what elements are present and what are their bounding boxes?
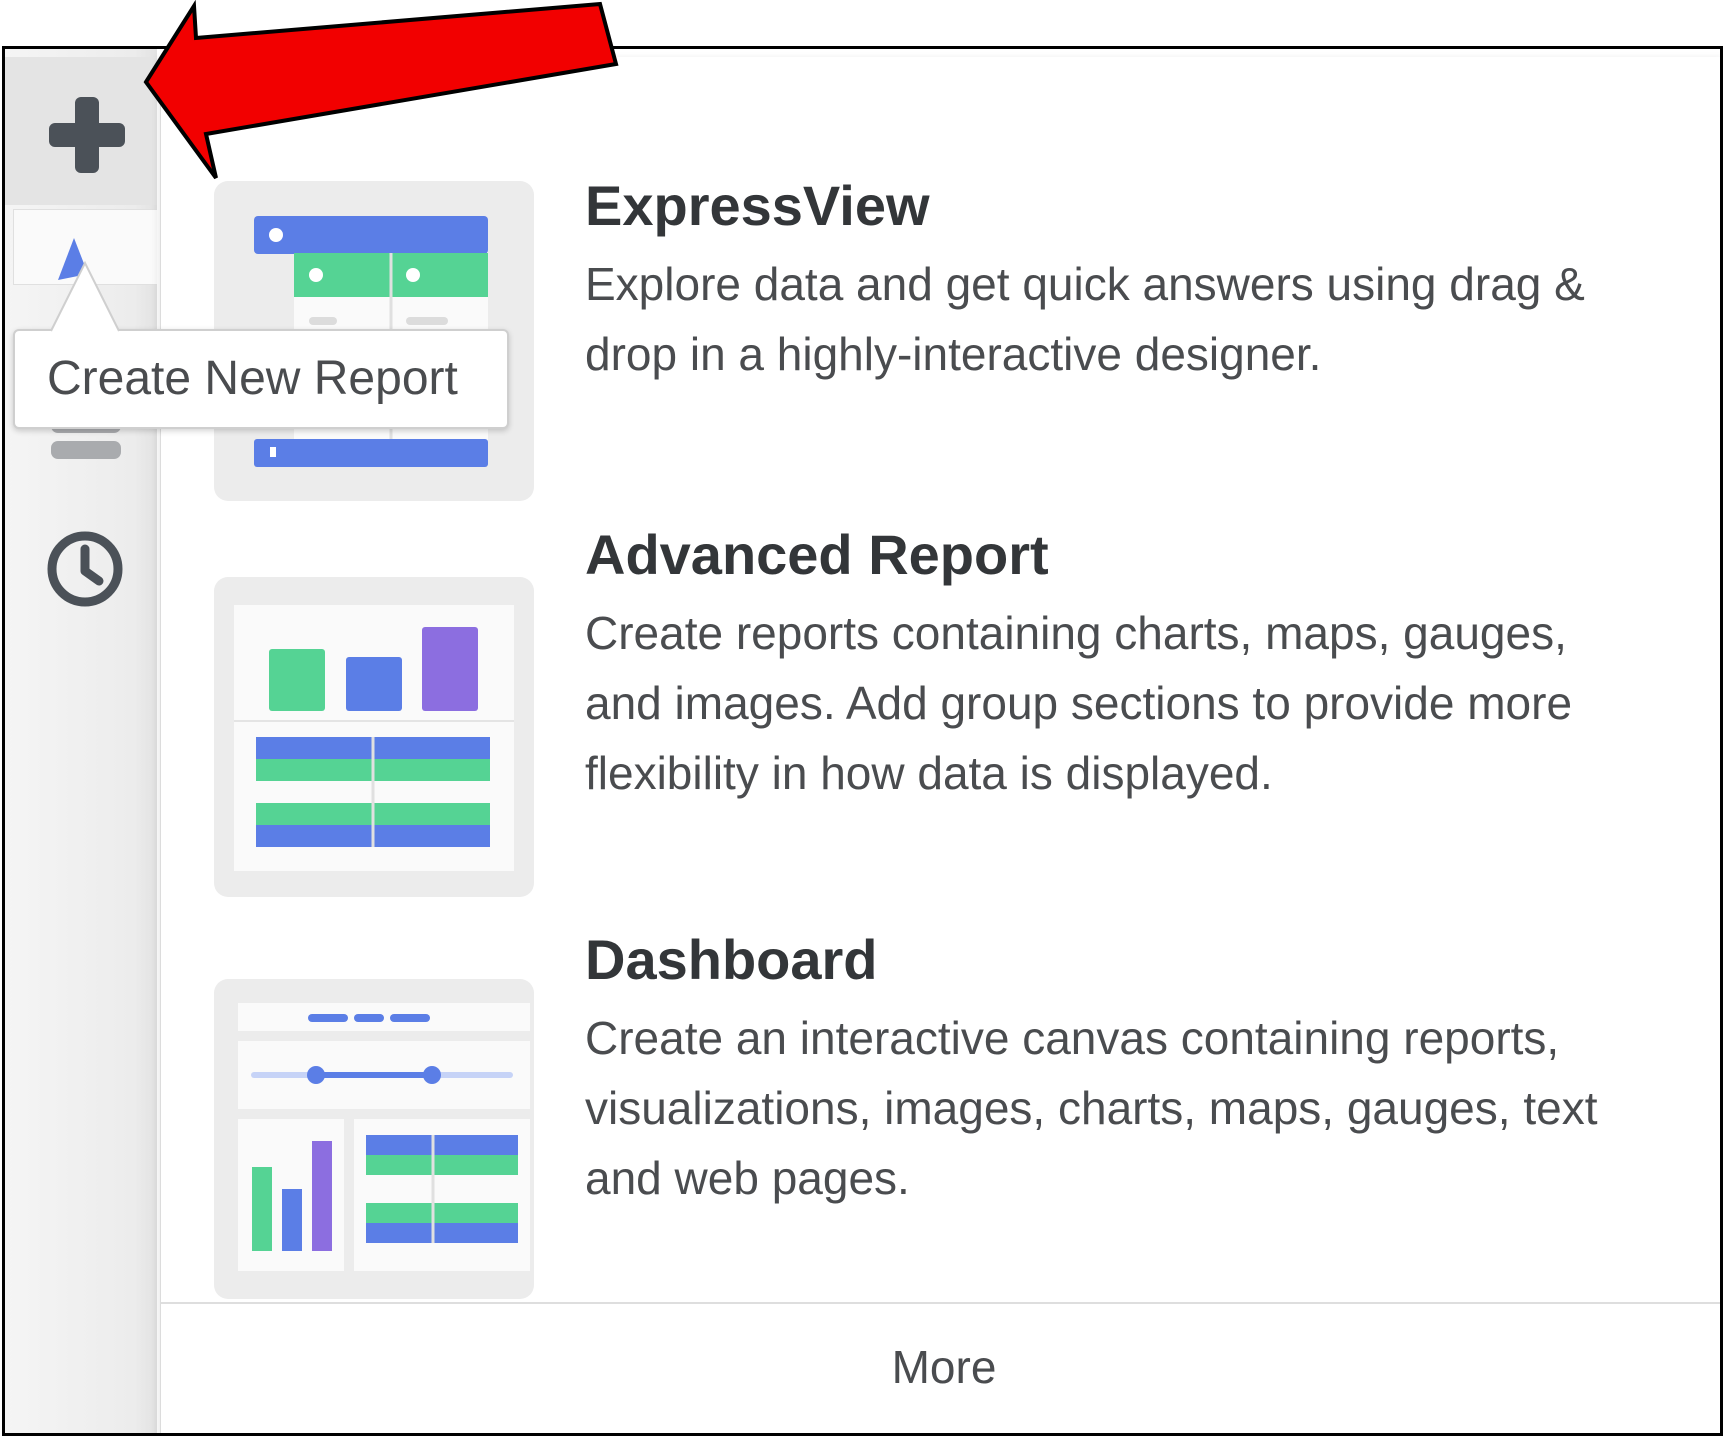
option-title: Advanced Report — [585, 523, 1049, 586]
option-title: ExpressView — [585, 174, 930, 237]
option-dashboard[interactable]: Dashboard Create an interactive canvas c… — [161, 927, 1720, 1299]
plus-icon — [49, 97, 125, 173]
advanced-report-thumbnail — [214, 577, 534, 897]
tooltip-text: Create New Report — [47, 352, 458, 405]
app-window: Create New Report ExpressView Explore da… — [2, 46, 1723, 1436]
option-description: Create an interactive canvas containing … — [585, 1012, 1598, 1204]
more-label: More — [891, 1341, 997, 1393]
option-advanced-report[interactable]: Advanced Report Create reports containin… — [161, 522, 1720, 897]
advanced-report-thumbnail-icon — [234, 605, 514, 871]
option-description: Explore data and get quick answers using… — [585, 258, 1585, 380]
option-description: Create reports containing charts, maps, … — [585, 607, 1573, 799]
option-title: Dashboard — [585, 928, 878, 991]
dashboard-thumbnail — [214, 979, 534, 1299]
annotation-arrow-icon — [143, 0, 619, 180]
more-button[interactable]: More — [161, 1302, 1720, 1433]
create-report-menu: ExpressView Explore data and get quick a… — [160, 57, 1720, 1433]
tooltip: Create New Report — [13, 329, 509, 429]
sidebar — [5, 49, 157, 1433]
dashboard-thumbnail-icon — [238, 1003, 530, 1271]
clock-icon[interactable] — [45, 529, 125, 609]
sidebar-item-create[interactable] — [5, 57, 157, 205]
tooltip-pointer — [50, 261, 120, 332]
